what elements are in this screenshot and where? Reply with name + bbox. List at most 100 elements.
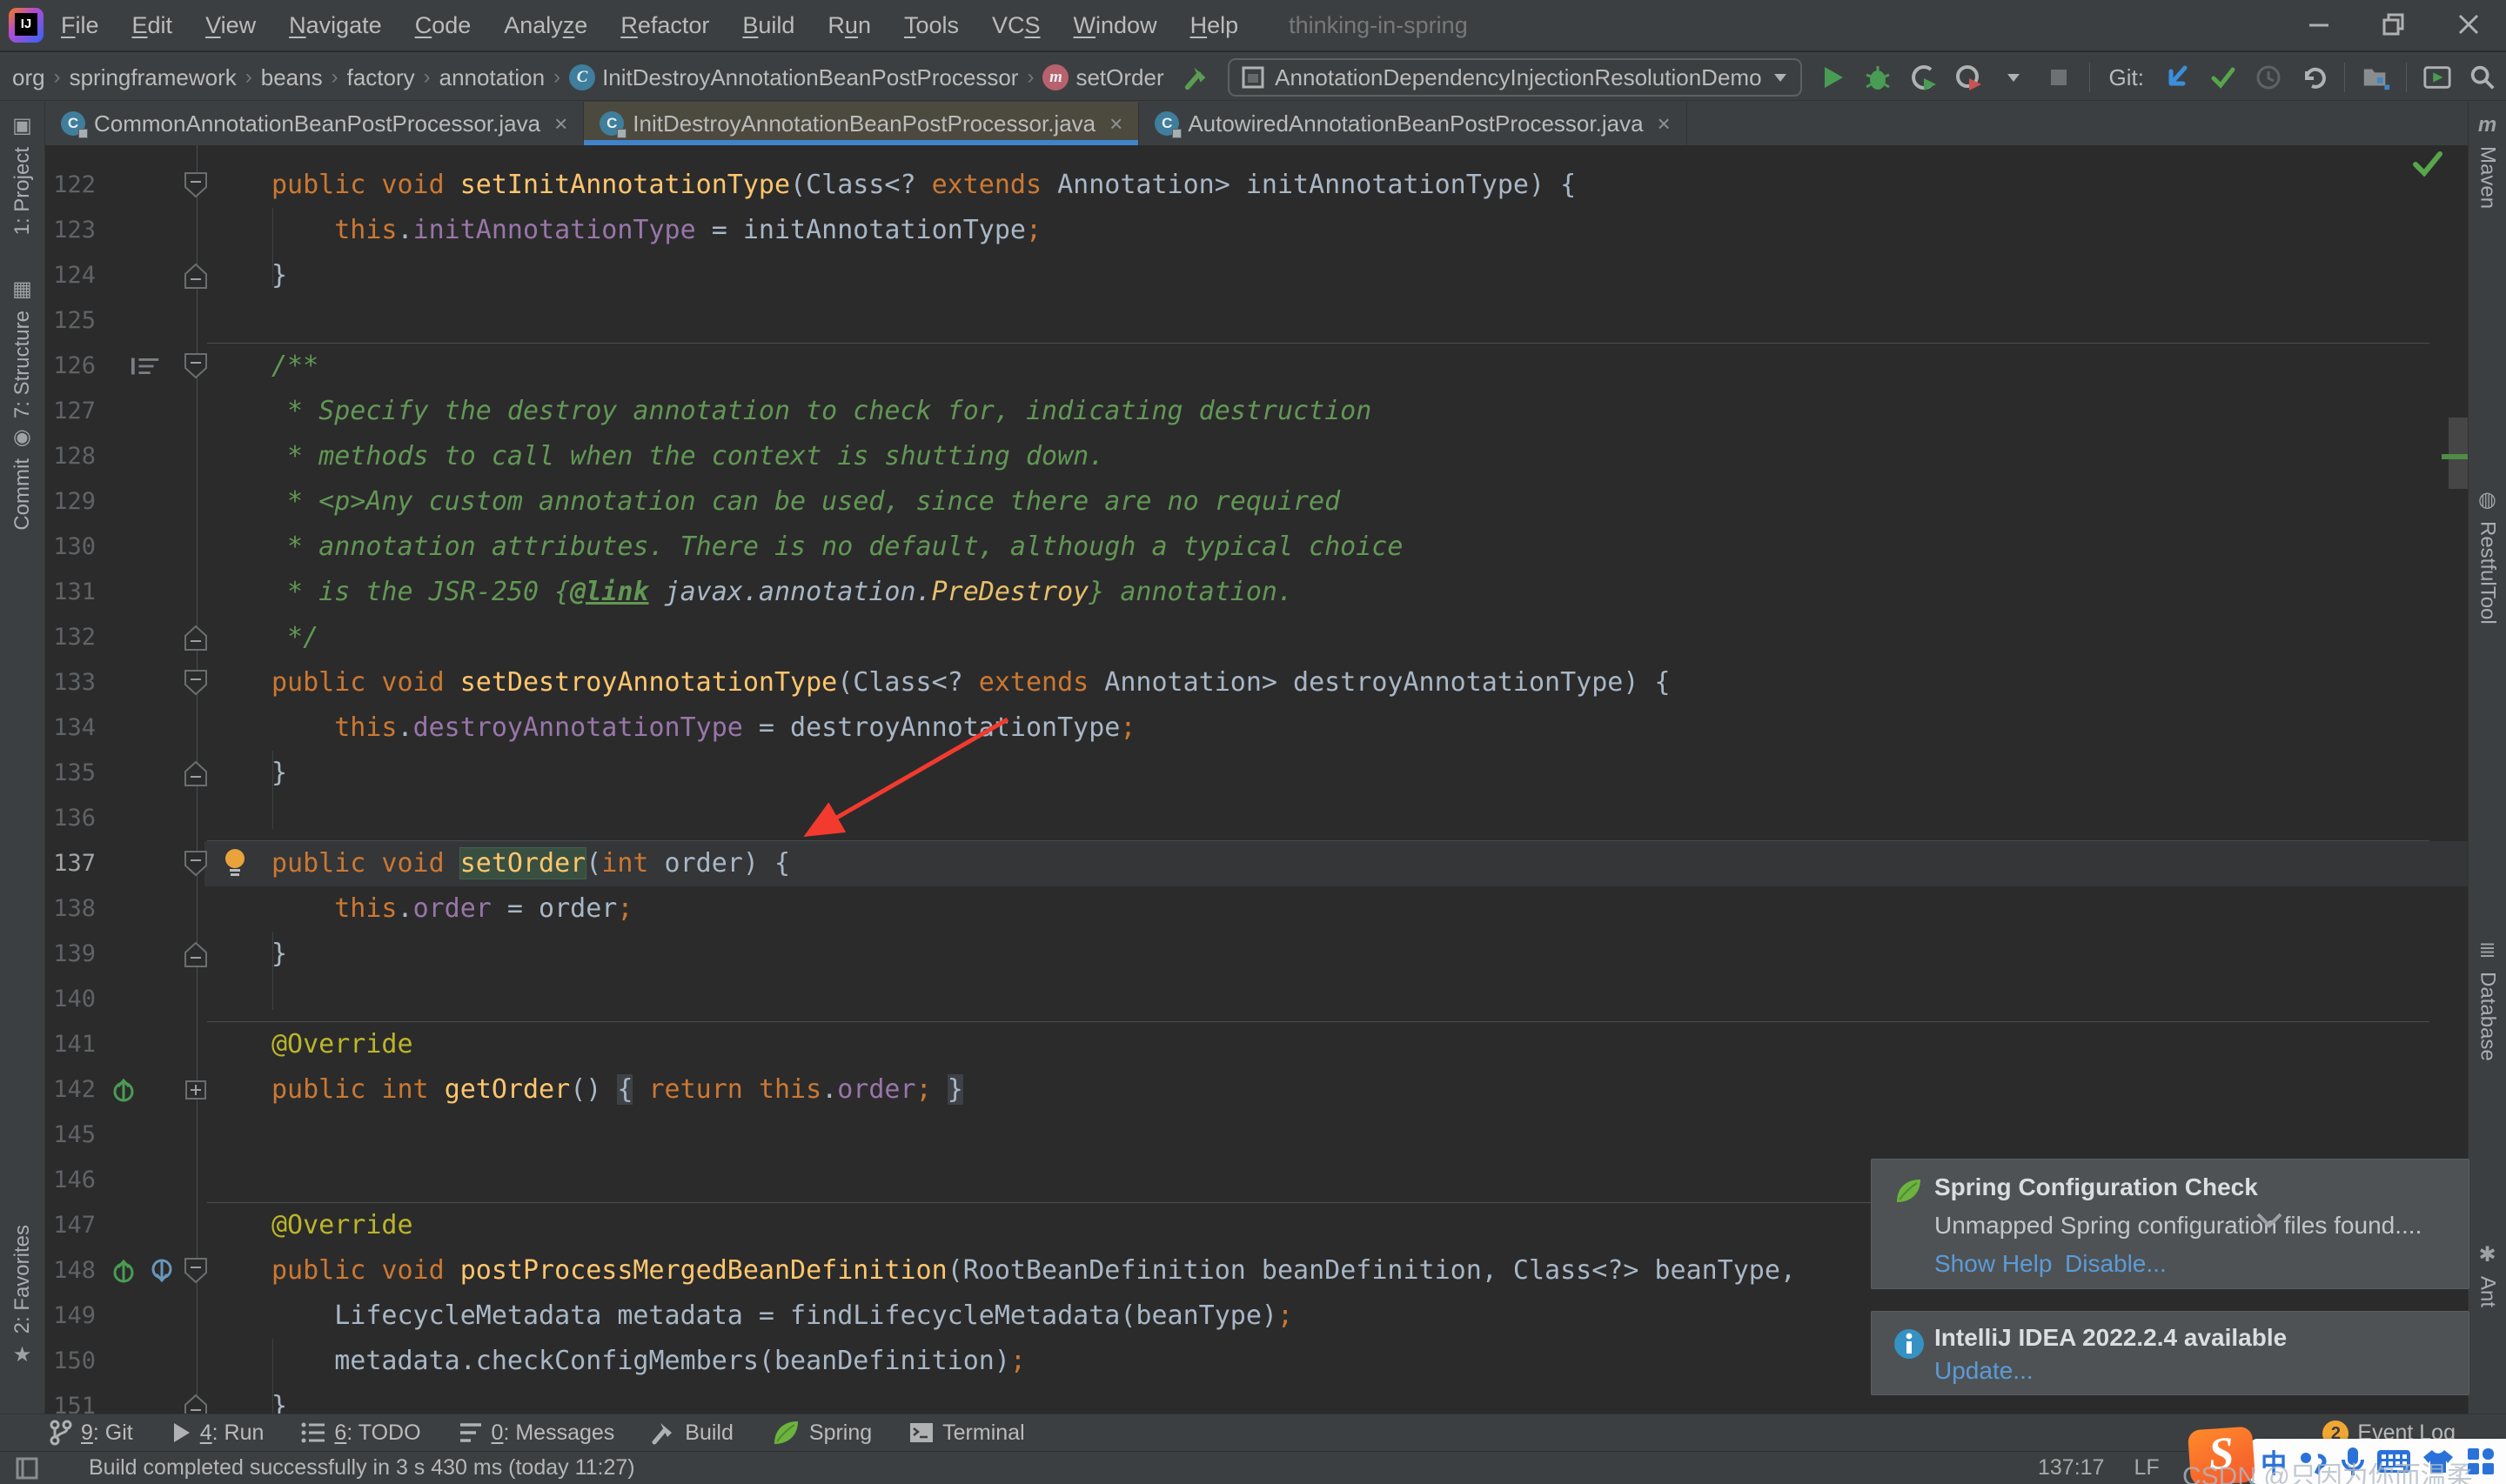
code-line[interactable]: 133public void setDestroyAnnotationType(…: [45, 660, 2468, 705]
minimize-button[interactable]: [2282, 0, 2356, 49]
line-number[interactable]: 132: [45, 615, 96, 660]
line-number[interactable]: 126: [45, 344, 96, 389]
history-icon[interactable]: [2254, 63, 2283, 92]
line-number[interactable]: 129: [45, 479, 96, 525]
menu-run[interactable]: Run: [828, 12, 871, 39]
run-anything-icon[interactable]: [2422, 63, 2452, 92]
line-number[interactable]: 140: [45, 977, 96, 1022]
code-line[interactable]: 135}: [45, 751, 2468, 796]
menu-window[interactable]: Window: [1074, 12, 1157, 39]
run-configuration-select[interactable]: AnnotationDependencyInjectionResolutionD…: [1228, 58, 1801, 97]
rollback-icon[interactable]: [2299, 63, 2328, 92]
tool-window-button--run[interactable]: 4: Run: [170, 1420, 265, 1446]
code-line[interactable]: 129 * <p>Any custom annotation can be us…: [45, 479, 2468, 525]
menu-code[interactable]: Code: [415, 12, 472, 39]
stop-icon[interactable]: [2044, 63, 2074, 92]
code-line[interactable]: 136: [45, 796, 2468, 841]
override-up-icon[interactable]: [108, 1074, 139, 1106]
line-number[interactable]: 142: [45, 1067, 96, 1113]
menu-help[interactable]: Help: [1190, 12, 1239, 39]
code-line[interactable]: 131 * is the JSR-250 {@link javax.annota…: [45, 570, 2468, 615]
notification-spring-configuration[interactable]: Spring Configuration Check Unmapped Spri…: [1871, 1159, 2469, 1289]
tab-CommonAnnotationBeanPostProcessor.java[interactable]: CCommonAnnotationBeanPostProcessor.java×: [45, 102, 584, 145]
line-number[interactable]: 131: [45, 570, 96, 615]
line-number[interactable]: 141: [45, 1022, 96, 1067]
code-line[interactable]: 141@Override: [45, 1022, 2468, 1067]
show-help-link[interactable]: Show Help: [1934, 1250, 2052, 1278]
code-line[interactable]: 130 * annotation attributes. There is no…: [45, 525, 2468, 570]
tab-InitDestroyAnnotationBeanPostProcessor.java[interactable]: CInitDestroyAnnotationBeanPostProcessor.…: [584, 102, 1139, 145]
tool-window-button-build[interactable]: Build: [651, 1420, 734, 1446]
tool-stripe-database[interactable]: ≣Database: [2469, 938, 2506, 1061]
tool-window-button--git[interactable]: 9: Git: [49, 1420, 133, 1446]
tool-stripe-restfultool[interactable]: ◍RestfulTool: [2469, 487, 2506, 625]
line-number[interactable]: 146: [45, 1158, 96, 1203]
line-number[interactable]: 128: [45, 434, 96, 479]
tool-stripe--favorites[interactable]: 2: Favorites★: [0, 1225, 44, 1367]
line-number[interactable]: 130: [45, 525, 96, 570]
breadcrumb-item[interactable]: annotation: [439, 64, 545, 91]
code-line[interactable]: 125: [45, 298, 2468, 344]
close-icon[interactable]: ×: [1658, 110, 1671, 137]
tool-window-button--todo[interactable]: 6: TODO: [300, 1420, 420, 1446]
build-hammer-icon[interactable]: [1183, 63, 1212, 92]
tool-window-button-spring[interactable]: Spring: [770, 1417, 872, 1448]
close-button[interactable]: [2431, 0, 2506, 49]
tool-window-toggle-icon[interactable]: [14, 1455, 40, 1481]
breadcrumb-item[interactable]: msetOrder: [1042, 64, 1163, 91]
inspections-ok-icon[interactable]: [2412, 150, 2443, 177]
line-number[interactable]: 136: [45, 796, 96, 841]
tool-stripe-commit[interactable]: ◉Commit: [0, 424, 44, 531]
chevron-down-icon[interactable]: [2255, 1210, 2284, 1231]
tool-stripe-ant[interactable]: ✱Ant: [2469, 1242, 2506, 1307]
code-line[interactable]: 137public void setOrder(int order) {: [45, 841, 2468, 886]
restore-button[interactable]: [2356, 0, 2431, 49]
breadcrumb-item[interactable]: org: [12, 64, 45, 91]
disable-link[interactable]: Disable...: [2065, 1250, 2167, 1278]
breadcrumb-item[interactable]: factory: [347, 64, 415, 91]
code-line[interactable]: 123 this.initAnnotationType = initAnnota…: [45, 208, 2468, 253]
fold-marker-icon[interactable]: [183, 1257, 209, 1285]
doc-toggle-icon[interactable]: [131, 351, 162, 382]
code-line[interactable]: 134 this.destroyAnnotationType = destroy…: [45, 705, 2468, 751]
menu-view[interactable]: View: [205, 12, 256, 39]
tool-stripe--project[interactable]: ▣1: Project: [0, 113, 44, 235]
close-icon[interactable]: ×: [1109, 110, 1122, 137]
code-line[interactable]: 139}: [45, 932, 2468, 977]
menu-build[interactable]: Build: [742, 12, 794, 39]
code-line[interactable]: 138 this.order = order;: [45, 886, 2468, 932]
project-structure-icon[interactable]: [2361, 63, 2390, 92]
line-number[interactable]: 122: [45, 163, 96, 208]
code-line[interactable]: 140: [45, 977, 2468, 1022]
line-number[interactable]: 124: [45, 253, 96, 298]
override-up-icon[interactable]: [108, 1255, 139, 1287]
dropdown-arrow-icon[interactable]: [1999, 63, 2028, 92]
menu-vcs[interactable]: VCS: [992, 12, 1041, 39]
tool-window-button--messages[interactable]: 0: Messages: [458, 1420, 615, 1446]
menu-refactor[interactable]: Refactor: [620, 12, 709, 39]
line-number[interactable]: 123: [45, 208, 96, 253]
line-number[interactable]: 151: [45, 1384, 96, 1414]
line-number[interactable]: 139: [45, 932, 96, 977]
tool-stripe-maven[interactable]: mMaven: [2469, 113, 2506, 209]
line-number[interactable]: 125: [45, 298, 96, 344]
fold-marker-icon[interactable]: [183, 1076, 209, 1104]
bulb-icon[interactable]: [219, 848, 251, 879]
fold-marker-icon[interactable]: [183, 352, 209, 380]
fold-marker-icon[interactable]: [183, 940, 209, 968]
menu-edit[interactable]: Edit: [132, 12, 173, 39]
line-number[interactable]: 149: [45, 1293, 96, 1339]
menu-analyze[interactable]: Analyze: [504, 12, 587, 39]
code-line[interactable]: 142public int getOrder() { return this.o…: [45, 1067, 2468, 1113]
fold-marker-icon[interactable]: [183, 262, 209, 290]
menu-tools[interactable]: Tools: [904, 12, 959, 39]
git-update-icon[interactable]: [2163, 63, 2193, 92]
menu-file[interactable]: File: [61, 12, 99, 39]
code-line[interactable]: 127 * Specify the destroy annotation to …: [45, 389, 2468, 434]
line-number[interactable]: 133: [45, 660, 96, 705]
caret-position[interactable]: 137:17: [2038, 1455, 2104, 1481]
coverage-icon[interactable]: [1908, 63, 1938, 92]
notification-idea-update[interactable]: IntelliJ IDEA 2022.2.4 available Update.…: [1871, 1311, 2469, 1395]
breadcrumb-item[interactable]: CInitDestroyAnnotationBeanPostProcessor: [569, 64, 1018, 91]
debug-icon[interactable]: [1863, 63, 1893, 92]
